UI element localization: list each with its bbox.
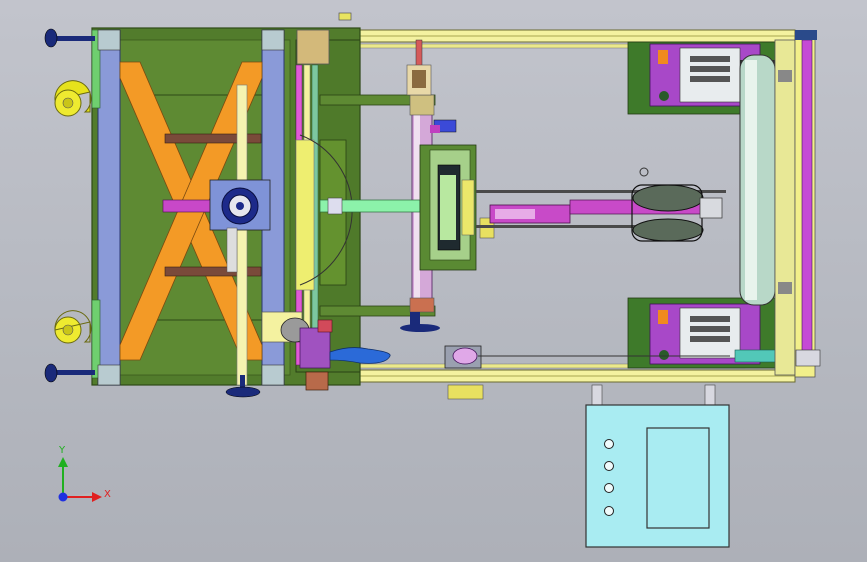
z-axis-dot: [58, 492, 68, 502]
machine-assembly-top-view: Y X: [44, 12, 821, 548]
indicator-lamp: [604, 439, 614, 449]
indicator-lamp: [604, 483, 614, 493]
center-guide-rail: [236, 84, 248, 386]
x-axis-label: X: [104, 489, 111, 500]
indicator-lamp: [604, 506, 614, 516]
coordinate-triad: Y X: [58, 445, 111, 502]
cad-viewport[interactable]: Y X: [0, 0, 867, 562]
caster-wheels: [54, 80, 92, 344]
right-frame-edge: [794, 30, 821, 378]
control-cabinet: [585, 384, 730, 548]
top-tag-block: [338, 12, 352, 21]
y-axis-label: Y: [58, 445, 66, 456]
cutter-arm: [476, 167, 726, 242]
indicator-lamp: [604, 461, 614, 471]
right-controller-bottom: [627, 297, 779, 369]
cabinet-display-window: [646, 427, 710, 529]
main-shaft: [319, 197, 421, 215]
